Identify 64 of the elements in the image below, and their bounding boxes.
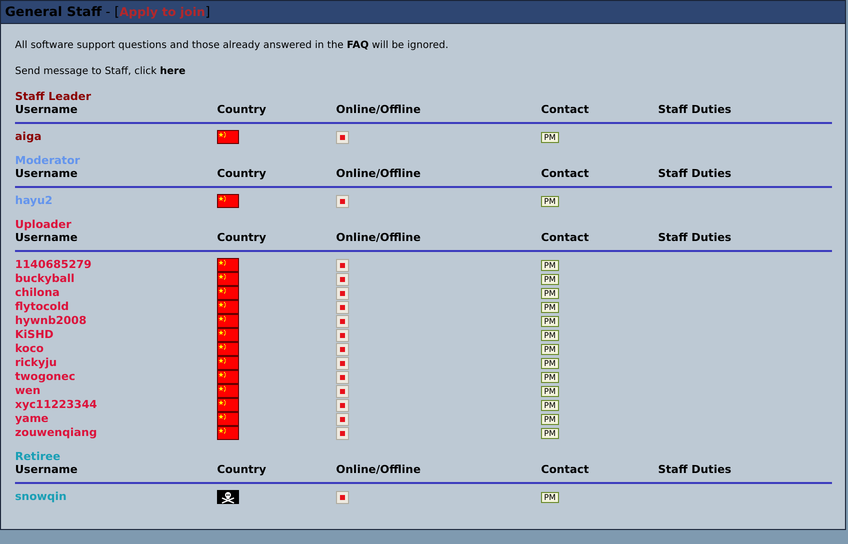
flag-icon	[217, 412, 239, 426]
username-link[interactable]: aiga	[15, 130, 42, 143]
bracket: ]	[205, 4, 210, 20]
pm-button[interactable]: PM	[541, 274, 559, 284]
pm-button[interactable]: PM	[541, 196, 559, 206]
column-header: Staff Duties	[658, 167, 732, 181]
group-title: Uploader	[15, 218, 72, 231]
column-header: Online/Offline	[336, 231, 422, 245]
title-separator: -	[106, 4, 110, 20]
pm-button[interactable]: PM	[541, 344, 559, 354]
column-header: Country	[217, 463, 268, 477]
flag-icon	[217, 272, 239, 286]
column-header: Staff Duties	[658, 463, 732, 477]
column-header: Contact	[541, 103, 590, 117]
group-title: Moderator	[15, 154, 81, 167]
column-header: Contact	[541, 167, 590, 181]
column-header: Online/Offline	[336, 103, 422, 117]
flag-icon	[217, 258, 239, 272]
column-header: Country	[217, 103, 268, 117]
flag-icon	[217, 398, 239, 412]
column-header: Country	[217, 231, 268, 245]
skull-flag-icon	[217, 490, 239, 504]
column-header: Online/Offline	[336, 167, 422, 181]
group-title: Retiree	[15, 450, 62, 463]
pm-button[interactable]: PM	[541, 372, 559, 382]
notice-text: All software support questions and those already answered in the FAQ will be ignored.	[15, 39, 450, 52]
flag-icon	[217, 300, 239, 314]
pm-button[interactable]: PM	[541, 492, 559, 502]
column-header: Username	[15, 103, 79, 117]
column-header: Country	[217, 167, 268, 181]
flag-icon	[217, 426, 239, 440]
flag-icon	[217, 130, 239, 144]
panel-title: General Staff	[5, 4, 102, 20]
pm-button[interactable]: PM	[541, 316, 559, 326]
flag-icon	[217, 314, 239, 328]
flag-icon	[217, 342, 239, 356]
column-header: Staff Duties	[658, 103, 732, 117]
column-header: Staff Duties	[658, 231, 732, 245]
pm-button[interactable]: PM	[541, 428, 559, 438]
flag-icon	[217, 328, 239, 342]
flag-icon	[217, 194, 239, 208]
column-header: Contact	[541, 463, 590, 477]
pm-button[interactable]: PM	[541, 414, 559, 424]
flag-icon	[217, 356, 239, 370]
column-header: Username	[15, 167, 79, 181]
column-header: Username	[15, 463, 79, 477]
column-header: Contact	[541, 231, 590, 245]
flag-icon	[217, 384, 239, 398]
here-link[interactable]: here	[160, 66, 186, 77]
pm-button[interactable]: PM	[541, 302, 559, 312]
pm-button[interactable]: PM	[541, 358, 559, 368]
flag-icon	[217, 286, 239, 300]
pm-button[interactable]: PM	[541, 288, 559, 298]
bracket: [	[114, 4, 120, 20]
pm-button[interactable]: PM	[541, 132, 559, 142]
flag-icon	[217, 370, 239, 384]
message-text: Send message to Staff, click	[15, 66, 157, 77]
pm-button[interactable]: PM	[541, 386, 559, 396]
column-header: Online/Offline	[336, 463, 422, 477]
pm-button[interactable]: PM	[541, 400, 559, 410]
group-title: Staff Leader	[15, 90, 92, 103]
pm-button[interactable]: PM	[541, 260, 559, 270]
pm-button[interactable]: PM	[541, 330, 559, 340]
column-header: Username	[15, 231, 79, 245]
